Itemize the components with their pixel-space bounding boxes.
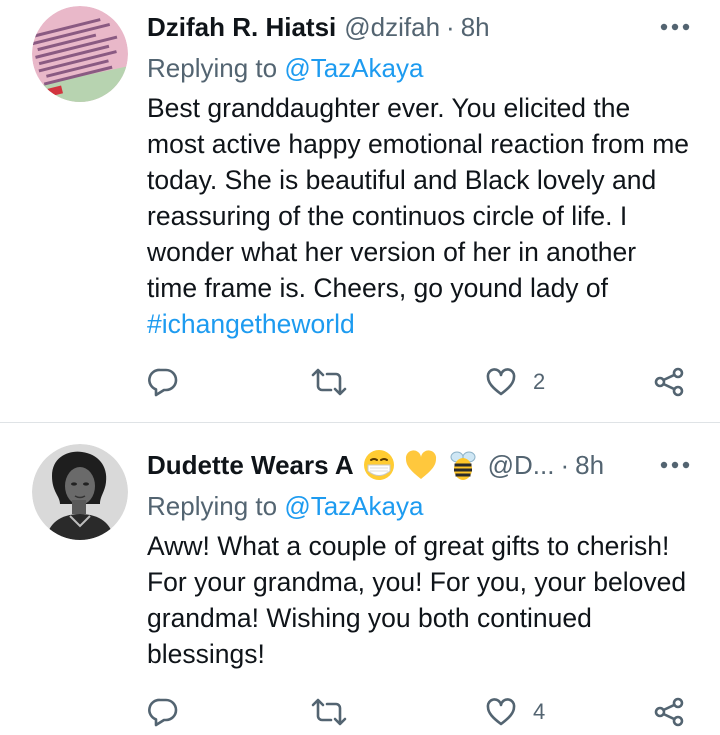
share-icon <box>654 697 684 727</box>
separator-dot: · <box>446 11 455 42</box>
tweet-text: Best granddaughter ever. You elicited th… <box>147 90 690 342</box>
replying-to-label: Replying to <box>147 53 285 83</box>
reply-icon <box>148 698 178 727</box>
share-button[interactable] <box>653 692 685 732</box>
face-with-mask-emoji <box>362 448 396 482</box>
avatar[interactable] <box>32 444 128 540</box>
like-button[interactable]: 2 <box>485 362 545 402</box>
woman-portrait-avatar <box>32 444 128 540</box>
timestamp[interactable]: 8h <box>575 450 604 481</box>
like-icon <box>486 368 516 396</box>
reply-icon <box>148 368 178 397</box>
document-text-photo-avatar <box>32 6 128 102</box>
yellow-heart-emoji <box>404 449 438 481</box>
retweet-icon <box>311 368 347 396</box>
more-options-button[interactable] <box>650 450 690 480</box>
like-button[interactable]: 4 <box>485 692 545 732</box>
display-name[interactable]: Dzifah R. Hiatsi <box>147 12 336 43</box>
like-count: 4 <box>533 699 546 724</box>
share-icon <box>654 367 684 397</box>
tweet-content: Dudette Wears A @D... · 8h Replying to @… <box>147 450 690 672</box>
replying-to: Replying to @TazAkaya <box>147 52 690 84</box>
user-handle[interactable]: @dzifah <box>344 12 440 43</box>
tweet-body: Best granddaughter ever. You elicited th… <box>147 93 690 303</box>
mention-link[interactable]: @TazAkaya <box>284 53 423 83</box>
avatar[interactable] <box>32 6 128 102</box>
like-count: 2 <box>533 369 546 394</box>
tweet-content: Dzifah R. Hiatsi @dzifah · 8h Replying t… <box>147 12 690 342</box>
more-options-button[interactable] <box>650 12 690 42</box>
replying-to: Replying to @TazAkaya <box>147 490 690 522</box>
more-icon <box>660 23 690 31</box>
like-icon <box>486 698 516 726</box>
tweet-header: Dudette Wears A @D... · 8h <box>147 450 690 480</box>
hashtag-link[interactable]: #ichangetheworld <box>147 309 355 339</box>
bee-emoji <box>446 448 480 482</box>
tweet-body: Aww! What a couple of great gifts to che… <box>147 531 687 669</box>
more-icon <box>660 461 690 469</box>
mention-link[interactable]: @TazAkaya <box>284 491 423 521</box>
tweet-text: Aww! What a couple of great gifts to che… <box>147 528 690 672</box>
retweet-icon <box>311 698 347 726</box>
tweet-actions: 4 <box>147 692 690 732</box>
separator-dot: · <box>560 449 570 480</box>
retweet-button[interactable] <box>311 362 347 402</box>
retweet-button[interactable] <box>311 692 347 732</box>
share-button[interactable] <box>653 362 685 402</box>
tweet-header: Dzifah R. Hiatsi @dzifah · 8h <box>147 12 690 42</box>
tweet[interactable]: Dzifah R. Hiatsi @dzifah · 8h Replying t… <box>0 0 720 423</box>
reply-button[interactable] <box>147 362 179 402</box>
user-handle[interactable]: @D... <box>488 450 555 481</box>
reply-button[interactable] <box>147 692 179 732</box>
tweet-actions: 2 <box>147 362 690 402</box>
tweet[interactable]: Dudette Wears A @D... · 8h Replying to @… <box>0 424 720 735</box>
timestamp[interactable]: 8h <box>461 12 490 43</box>
display-name[interactable]: Dudette Wears A <box>147 450 354 481</box>
replying-to-label: Replying to <box>147 491 285 521</box>
